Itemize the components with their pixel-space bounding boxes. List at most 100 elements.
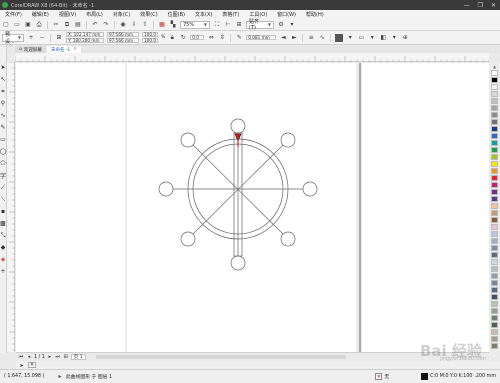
menu-item[interactable]: 编辑(E) — [27, 11, 54, 18]
shape-tool-icon[interactable]: ↖ — [0, 75, 6, 84]
palette-swatch[interactable] — [491, 168, 498, 174]
rulers-icon[interactable]: ⊢ — [224, 21, 232, 29]
menu-item[interactable]: 布局(L) — [81, 11, 108, 18]
page-tab-1[interactable]: 页 1 — [70, 354, 86, 360]
vertical-ruler[interactable] — [7, 61, 15, 352]
wrap-text-icon[interactable]: ≡ — [307, 34, 315, 42]
palette-swatch[interactable] — [491, 105, 498, 111]
chevron-down-icon[interactable]: ▾ — [368, 34, 376, 42]
chevron-down-icon[interactable]: ▾ — [346, 34, 354, 42]
scale-width-field[interactable]: 100.0 — [142, 32, 158, 37]
options-gear-icon[interactable]: ⚙ — [277, 21, 285, 29]
outline-color-icon[interactable]: ▭ — [357, 34, 365, 42]
transparency-icon[interactable]: ◧ — [379, 34, 387, 42]
last-page-icon[interactable]: ⏭ — [55, 354, 61, 360]
add-tool-icon[interactable]: + — [0, 267, 6, 276]
palette-swatch[interactable] — [491, 119, 498, 125]
palette-swatch[interactable] — [491, 140, 498, 146]
close-button[interactable]: ✕ — [491, 2, 496, 9]
paste-icon[interactable]: ▤ — [74, 21, 82, 29]
transparency-tool-icon[interactable]: ▩ — [0, 219, 6, 228]
palette-swatch[interactable] — [491, 280, 498, 286]
palette-swatch[interactable] — [491, 343, 498, 349]
smart-fill-icon[interactable]: ◈ — [0, 255, 6, 264]
palette-swatch[interactable] — [491, 147, 498, 153]
palette-swatch[interactable] — [491, 70, 498, 76]
palette-swatch[interactable] — [491, 217, 498, 223]
interactive-fill-icon[interactable]: ◆ — [0, 243, 6, 252]
no-color-swatch-icon[interactable]: ✕ — [28, 362, 36, 368]
rotation-field[interactable]: 0.0 — [190, 35, 205, 40]
eyedropper-icon[interactable]: ⤡ — [0, 231, 6, 240]
mirror-vertical-icon[interactable]: ⇕ — [218, 34, 226, 42]
horizontal-ruler[interactable] — [14, 53, 490, 62]
rotate-icon[interactable]: ↻ — [179, 34, 187, 42]
menu-item[interactable]: 文件(F) — [0, 11, 27, 18]
save-icon[interactable]: ▣ — [24, 21, 32, 29]
first-page-icon[interactable]: ⏮ — [18, 354, 24, 360]
next-page-icon[interactable]: ▸ — [47, 354, 53, 360]
undo-icon[interactable]: ↶ — [91, 21, 99, 29]
menu-item[interactable]: 窗口(W) — [272, 11, 301, 18]
artistic-media-icon[interactable]: ✎ — [0, 123, 6, 132]
add-preset-icon[interactable]: + — [27, 34, 35, 42]
menu-item[interactable]: 效果(C) — [135, 11, 162, 18]
zoom-level-select[interactable]: 75% ▼ — [180, 20, 210, 29]
arrowhead-end-icon[interactable]: ► — [290, 34, 298, 42]
polygon-tool-icon[interactable]: ⬠ — [0, 159, 6, 168]
palette-swatch[interactable] — [491, 203, 498, 209]
palette-swatch[interactable] — [491, 224, 498, 230]
y-position-field[interactable]: Y: 180.200 mm — [66, 38, 104, 43]
palette-swatch[interactable] — [491, 126, 498, 132]
publish-pdf-icon[interactable]: ▦ — [158, 21, 166, 29]
minimize-button[interactable]: — — [464, 2, 470, 9]
new-document-icon[interactable]: ▢ — [2, 21, 10, 29]
palette-swatch[interactable] — [491, 245, 498, 251]
palette-menu-icon[interactable]: ▸ — [18, 361, 26, 369]
remove-preset-icon[interactable]: − — [38, 34, 46, 42]
tab-untitled-1[interactable]: 未命名 -1 ✕ — [46, 46, 82, 53]
scale-height-field[interactable]: 100.0 — [142, 38, 158, 43]
text-tool-icon[interactable]: 字 — [0, 171, 6, 180]
palette-swatch[interactable] — [491, 77, 498, 83]
drop-shadow-icon[interactable]: ▪ — [0, 207, 6, 216]
close-tab-icon[interactable]: ✕ — [73, 47, 77, 52]
outline-pen-icon[interactable]: ✎ — [235, 34, 243, 42]
palette-swatch[interactable] — [491, 112, 498, 118]
palette-scroll-up-icon[interactable]: ▲ — [493, 64, 496, 69]
copy-icon[interactable]: ⧉ — [63, 21, 71, 29]
fill-swatch-icon[interactable] — [335, 33, 344, 42]
palette-swatch[interactable] — [491, 133, 498, 139]
height-field[interactable]: 97.566 mm — [107, 38, 139, 43]
tab-welcome-screen[interactable]: ⌂ 欢迎屏幕 — [15, 46, 46, 53]
palette-swatch[interactable] — [491, 182, 498, 188]
horizontal-scrollbar[interactable] — [96, 355, 346, 359]
outline-width-field[interactable]: 0.081 mm — [246, 35, 277, 40]
palette-swatch[interactable] — [491, 308, 498, 314]
pick-tool-icon[interactable]: ➤ — [0, 63, 6, 72]
arrowhead-start-icon[interactable]: ◄ — [279, 34, 287, 42]
palette-swatch[interactable] — [491, 252, 498, 258]
palette-swatch[interactable] — [491, 294, 498, 300]
mirror-horizontal-icon[interactable]: ⇔ — [207, 34, 215, 42]
menu-item[interactable]: 对象(C) — [108, 11, 135, 18]
redo-icon[interactable]: ↷ — [102, 21, 110, 29]
x-position-field[interactable]: X: 102.147 mm — [66, 32, 104, 37]
lock-ratio-icon[interactable]: 🔒︎ — [168, 34, 176, 42]
menu-item[interactable]: 帮助(H) — [301, 11, 329, 18]
palette-swatch[interactable] — [491, 273, 498, 279]
print-icon[interactable]: ⎙ — [35, 21, 43, 29]
palette-swatch[interactable] — [491, 238, 498, 244]
palette-swatch[interactable] — [491, 91, 498, 97]
parallel-dimension-icon[interactable]: ⟋ — [0, 183, 6, 192]
palette-swatch[interactable] — [491, 210, 498, 216]
menu-item[interactable]: 表格(T) — [217, 11, 244, 18]
cut-icon[interactable]: ✂ — [52, 21, 60, 29]
palette-swatch[interactable] — [491, 84, 498, 90]
palette-swatch[interactable] — [491, 231, 498, 237]
drawing-canvas[interactable] — [16, 63, 489, 352]
search-content-icon[interactable]: ◉ — [119, 21, 127, 29]
snap-to-select[interactable]: 贴齐(T) ▼ — [246, 19, 274, 31]
app-launcher-icon[interactable]: ▚ — [169, 21, 177, 29]
palette-swatch[interactable] — [491, 196, 498, 202]
